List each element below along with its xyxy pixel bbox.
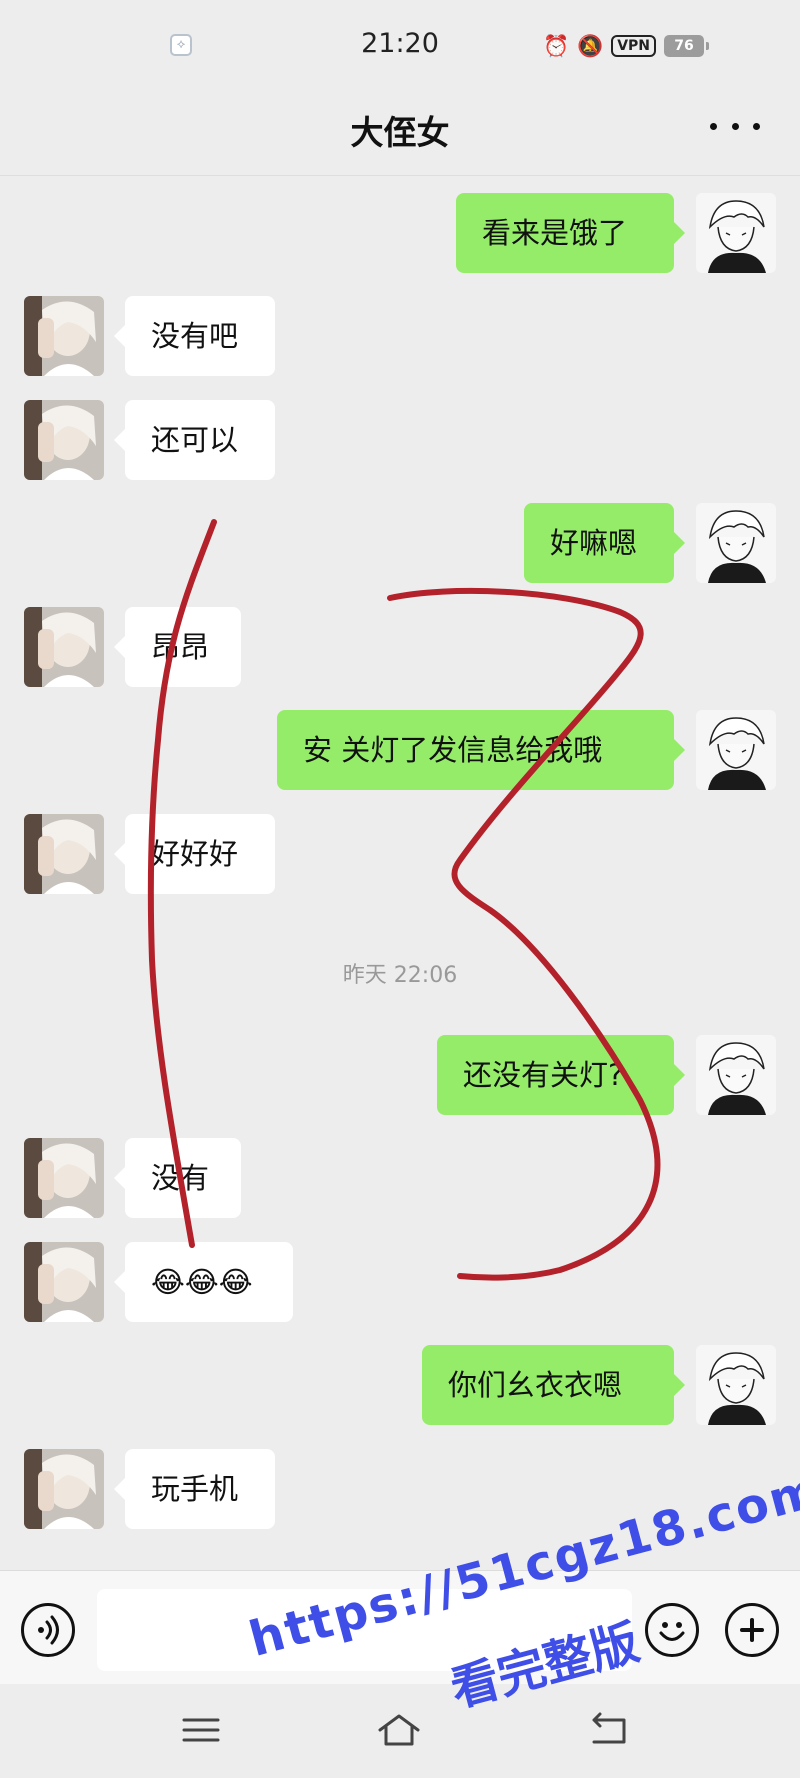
incoming-message[interactable]: 没有 xyxy=(114,1138,241,1218)
contact-avatar[interactable] xyxy=(24,296,104,376)
contact-avatar[interactable] xyxy=(24,1242,104,1322)
mute-bell-icon: 🔕 xyxy=(577,34,604,58)
alarm-icon: ⏰ xyxy=(543,34,570,58)
outgoing-message[interactable]: 还没有关灯? xyxy=(437,1035,685,1115)
incoming-message[interactable]: 玩手机 xyxy=(114,1449,275,1529)
home-icon[interactable] xyxy=(376,1708,422,1752)
status-bar: ⟡ 21:20 ⏰ 🔕 VPN 76 xyxy=(0,0,800,92)
incoming-message[interactable]: 昂昂 xyxy=(114,607,241,687)
contact-avatar[interactable] xyxy=(24,400,104,480)
incoming-message[interactable]: 还可以 xyxy=(114,400,275,480)
chat-header: 大侄女 xyxy=(0,92,800,176)
incoming-message[interactable]: 😂😂😂 xyxy=(114,1242,293,1322)
my-avatar[interactable] xyxy=(696,503,776,583)
system-nav-bar xyxy=(0,1684,800,1778)
outgoing-message[interactable]: 好嘛嗯 xyxy=(524,503,685,583)
back-icon[interactable] xyxy=(586,1708,632,1752)
voice-icon[interactable] xyxy=(21,1603,75,1657)
emoji-icon[interactable] xyxy=(645,1603,699,1657)
outgoing-message[interactable]: 你们幺衣衣嗯 xyxy=(422,1345,685,1425)
vpn-badge: VPN xyxy=(611,35,656,57)
battery-indicator: 76 xyxy=(664,35,709,57)
message-timestamp: 昨天 22:06 xyxy=(342,963,458,988)
chat-title: 大侄女 xyxy=(350,113,450,152)
outgoing-message[interactable]: 安 关灯了发信息给我哦 xyxy=(277,710,685,790)
message-input[interactable] xyxy=(97,1589,632,1671)
status-icons: ⏰ 🔕 VPN 76 xyxy=(543,32,709,60)
hand-drawn-annotation xyxy=(147,519,661,1281)
my-avatar[interactable] xyxy=(696,710,776,790)
contact-avatar[interactable] xyxy=(24,814,104,894)
more-dots-icon[interactable] xyxy=(710,106,760,146)
menu-icon[interactable] xyxy=(178,1708,224,1752)
contact-avatar[interactable] xyxy=(24,1138,104,1218)
my-avatar[interactable] xyxy=(696,1035,776,1115)
contact-avatar[interactable] xyxy=(24,607,104,687)
plus-icon[interactable] xyxy=(725,1603,779,1657)
incoming-message[interactable]: 好好好 xyxy=(114,814,275,894)
my-avatar[interactable] xyxy=(696,1345,776,1425)
incoming-message[interactable]: 没有吧 xyxy=(114,296,275,376)
outgoing-message[interactable]: 看来是饿了 xyxy=(456,193,685,273)
my-avatar[interactable] xyxy=(696,193,776,273)
input-bar xyxy=(0,1570,800,1684)
contact-avatar[interactable] xyxy=(24,1449,104,1529)
